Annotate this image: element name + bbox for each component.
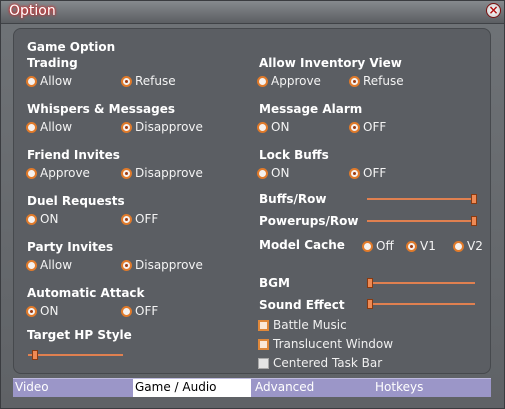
game-option-heading: Game Option <box>27 40 116 54</box>
bgm-label: BGM <box>259 276 290 290</box>
radio-button-selected-icon <box>349 167 360 179</box>
radio-button-icon <box>26 167 37 179</box>
inventory-view-label: Allow Inventory View <box>259 56 402 70</box>
slider-thumb[interactable] <box>32 350 38 360</box>
powerups-row-slider[interactable] <box>367 216 477 226</box>
sound-effect-label: Sound Effect <box>259 298 345 312</box>
checkbox-icon <box>258 319 269 331</box>
friend-invites-label: Friend Invites <box>27 148 120 162</box>
target-hp-style-slider[interactable] <box>28 350 123 360</box>
trading-label: Trading <box>27 56 78 70</box>
window-title: Option <box>9 3 56 19</box>
tab-advanced[interactable]: Advanced <box>255 379 371 397</box>
centered-task-bar-checkbox[interactable]: Centered Task Bar <box>258 356 382 370</box>
lock-buffs-label: Lock Buffs <box>259 148 329 162</box>
slider-thumb[interactable] <box>367 278 373 288</box>
target-hp-style-label: Target HP Style <box>27 328 132 342</box>
checkbox-icon <box>258 338 269 350</box>
message-alarm-label: Message Alarm <box>259 102 363 116</box>
inventory-view-approve-radio[interactable]: Approve <box>257 74 321 88</box>
automatic-attack-off-radio[interactable]: OFF <box>121 304 158 318</box>
tab-video[interactable]: Video <box>15 379 131 397</box>
powerups-row-label: Powerups/Row <box>259 214 359 228</box>
translucent-window-checkbox[interactable]: Translucent Window <box>258 337 393 351</box>
party-invites-allow-radio[interactable]: Allow <box>26 258 72 272</box>
tab-bar: Video Game / Audio Advanced Hotkeys <box>13 378 491 397</box>
radio-button-icon <box>453 240 464 252</box>
slider-track <box>367 220 477 222</box>
whispers-allow-radio[interactable]: Allow <box>26 120 72 134</box>
radio-button-icon <box>257 121 268 133</box>
radio-button-selected-icon <box>121 213 132 225</box>
inventory-view-refuse-radio[interactable]: Refuse <box>349 74 404 88</box>
radio-button-selected-icon <box>406 240 417 252</box>
model-cache-v1-radio[interactable]: V1 <box>406 239 436 253</box>
duel-requests-label: Duel Requests <box>27 194 125 208</box>
radio-button-icon <box>257 167 268 179</box>
party-invites-disapprove-radio[interactable]: Disapprove <box>121 258 203 272</box>
slider-thumb[interactable] <box>367 299 373 309</box>
slider-thumb[interactable] <box>471 194 477 204</box>
lock-buffs-on-radio[interactable]: ON <box>257 166 289 180</box>
slider-track <box>367 198 477 200</box>
sound-effect-slider[interactable] <box>367 299 475 309</box>
radio-button-selected-icon <box>26 305 37 317</box>
options-window: Option × Game Option Trading Allow Refus… <box>0 0 505 409</box>
slider-track <box>367 282 475 284</box>
duel-requests-off-radio[interactable]: OFF <box>121 212 158 226</box>
title-bar[interactable]: Option × <box>1 1 504 24</box>
radio-button-icon <box>26 121 37 133</box>
bgm-slider[interactable] <box>367 278 475 288</box>
message-alarm-off-radio[interactable]: OFF <box>349 120 386 134</box>
radio-button-selected-icon <box>121 167 132 179</box>
radio-button-icon <box>26 75 37 87</box>
friend-invites-disapprove-radio[interactable]: Disapprove <box>121 166 203 180</box>
radio-button-icon <box>26 213 37 225</box>
automatic-attack-on-radio[interactable]: ON <box>26 304 58 318</box>
radio-button-selected-icon <box>121 121 132 133</box>
radio-button-icon <box>362 240 373 252</box>
checkbox-disabled-icon <box>258 357 269 369</box>
radio-button-selected-icon <box>121 259 132 271</box>
tab-hotkeys[interactable]: Hotkeys <box>375 379 489 397</box>
lock-buffs-off-radio[interactable]: OFF <box>349 166 386 180</box>
friend-invites-approve-radio[interactable]: Approve <box>26 166 90 180</box>
message-alarm-on-radio[interactable]: ON <box>257 120 289 134</box>
slider-track <box>367 303 475 305</box>
radio-button-icon <box>121 305 132 317</box>
slider-thumb[interactable] <box>471 216 477 226</box>
radio-button-icon <box>257 75 268 87</box>
automatic-attack-label: Automatic Attack <box>27 286 145 300</box>
battle-music-checkbox[interactable]: Battle Music <box>258 318 347 332</box>
party-invites-label: Party Invites <box>27 240 114 254</box>
model-cache-off-radio[interactable]: Off <box>362 239 394 253</box>
radio-button-icon <box>26 259 37 271</box>
trading-refuse-radio[interactable]: Refuse <box>121 74 176 88</box>
trading-allow-radio[interactable]: Allow <box>26 74 72 88</box>
duel-requests-on-radio[interactable]: ON <box>26 212 58 226</box>
slider-track <box>28 354 123 356</box>
close-icon[interactable]: × <box>486 3 501 18</box>
buffs-row-label: Buffs/Row <box>259 192 327 206</box>
whispers-disapprove-radio[interactable]: Disapprove <box>121 120 203 134</box>
whispers-label: Whispers & Messages <box>27 102 175 116</box>
buffs-row-slider[interactable] <box>367 194 477 204</box>
model-cache-v2-radio[interactable]: V2 <box>453 239 483 253</box>
radio-button-selected-icon <box>349 121 360 133</box>
radio-button-selected-icon <box>121 75 132 87</box>
radio-button-selected-icon <box>349 75 360 87</box>
model-cache-label: Model Cache <box>259 238 345 252</box>
tab-game-audio[interactable]: Game / Audio <box>133 379 251 397</box>
